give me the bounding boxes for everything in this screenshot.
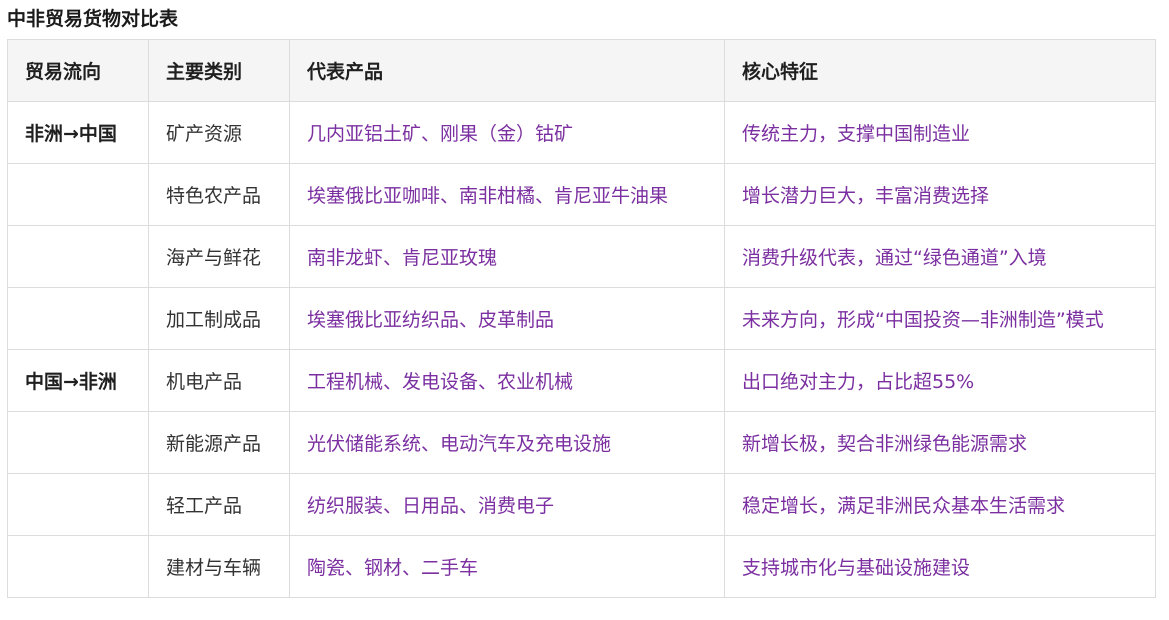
category-cell: 机电产品 — [148, 349, 290, 412]
feature-cell: 支持城市化与基础设施建设 — [724, 535, 1156, 598]
table-row: 非洲→中国 矿产资源 几内亚铝土矿、刚果（金）钴矿 传统主力，支撑中国制造业 — [7, 101, 1156, 164]
feature-cell: 出口绝对主力，占比超55% — [724, 349, 1156, 412]
product-cell: 陶瓷、钢材、二手车 — [289, 535, 725, 598]
category-cell: 新能源产品 — [148, 411, 290, 474]
flow-cell — [7, 163, 149, 226]
feature-cell: 增长潜力巨大，丰富消费选择 — [724, 163, 1156, 226]
product-cell: 工程机械、发电设备、农业机械 — [289, 349, 725, 412]
column-header-product: 代表产品 — [289, 39, 725, 102]
column-header-feature: 核心特征 — [724, 39, 1156, 102]
table-row: 加工制成品 埃塞俄比亚纺织品、皮革制品 未来方向，形成“中国投资—非洲制造”模式 — [7, 287, 1156, 350]
flow-cell: 非洲→中国 — [7, 101, 149, 164]
flow-cell — [7, 473, 149, 536]
category-cell: 海产与鲜花 — [148, 225, 290, 288]
feature-cell: 新增长极，契合非洲绿色能源需求 — [724, 411, 1156, 474]
table-row: 新能源产品 光伏储能系统、电动汽车及充电设施 新增长极，契合非洲绿色能源需求 — [7, 411, 1156, 474]
feature-cell: 未来方向，形成“中国投资—非洲制造”模式 — [724, 287, 1156, 350]
flow-cell: 中国→非洲 — [7, 349, 149, 412]
product-cell: 纺织服装、日用品、消费电子 — [289, 473, 725, 536]
column-header-flow: 贸易流向 — [7, 39, 149, 102]
trade-comparison-table: 贸易流向 主要类别 代表产品 核心特征 非洲→中国 矿产资源 几内亚铝土矿、刚果… — [7, 39, 1156, 598]
table-row: 海产与鲜花 南非龙虾、肯尼亚玫瑰 消费升级代表，通过“绿色通道”入境 — [7, 225, 1156, 288]
flow-cell — [7, 411, 149, 474]
column-header-category: 主要类别 — [148, 39, 290, 102]
feature-cell: 传统主力，支撑中国制造业 — [724, 101, 1156, 164]
table-row: 中国→非洲 机电产品 工程机械、发电设备、农业机械 出口绝对主力，占比超55% — [7, 349, 1156, 412]
product-cell: 埃塞俄比亚咖啡、南非柑橘、肯尼亚牛油果 — [289, 163, 725, 226]
product-cell: 光伏储能系统、电动汽车及充电设施 — [289, 411, 725, 474]
feature-cell: 消费升级代表，通过“绿色通道”入境 — [724, 225, 1156, 288]
feature-cell: 稳定增长，满足非洲民众基本生活需求 — [724, 473, 1156, 536]
category-cell: 建材与车辆 — [148, 535, 290, 598]
product-cell: 埃塞俄比亚纺织品、皮革制品 — [289, 287, 725, 350]
product-cell: 几内亚铝土矿、刚果（金）钴矿 — [289, 101, 725, 164]
table-row: 轻工产品 纺织服装、日用品、消费电子 稳定增长，满足非洲民众基本生活需求 — [7, 473, 1156, 536]
table-header-row: 贸易流向 主要类别 代表产品 核心特征 — [7, 39, 1156, 102]
category-cell: 特色农产品 — [148, 163, 290, 226]
table-row: 建材与车辆 陶瓷、钢材、二手车 支持城市化与基础设施建设 — [7, 535, 1156, 598]
product-cell: 南非龙虾、肯尼亚玫瑰 — [289, 225, 725, 288]
category-cell: 轻工产品 — [148, 473, 290, 536]
category-cell: 加工制成品 — [148, 287, 290, 350]
flow-cell — [7, 535, 149, 598]
table-row: 特色农产品 埃塞俄比亚咖啡、南非柑橘、肯尼亚牛油果 增长潜力巨大，丰富消费选择 — [7, 163, 1156, 226]
flow-cell — [7, 225, 149, 288]
category-cell: 矿产资源 — [148, 101, 290, 164]
flow-cell — [7, 287, 149, 350]
page-title: 中非贸易货物对比表 — [7, 8, 179, 30]
